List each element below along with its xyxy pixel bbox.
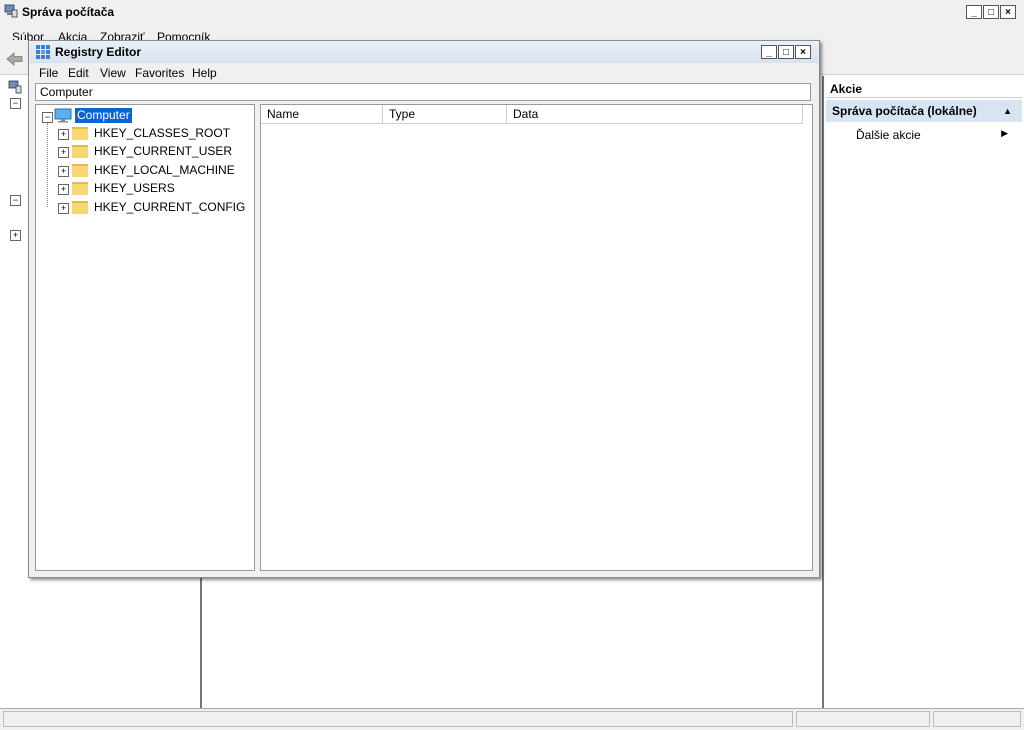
registry-maximize-button[interactable]: □: [778, 45, 794, 59]
folder-icon: [72, 201, 88, 214]
tree-item-label: HKEY_CLASSES_ROOT: [94, 126, 231, 140]
actions-group-header[interactable]: Správa počítača (lokálne) ▲: [826, 100, 1022, 122]
tree-item-label: HKEY_LOCAL_MACHINE: [94, 163, 235, 177]
registry-editor-icon: [36, 45, 50, 59]
outer-minimize-button[interactable]: _: [966, 5, 982, 19]
column-header-data[interactable]: Data: [507, 105, 803, 124]
collapse-up-icon[interactable]: ▲: [1003, 100, 1012, 122]
menu-help[interactable]: Help: [192, 66, 217, 80]
tree-item-label: HKEY_CURRENT_CONFIG: [94, 200, 246, 214]
outer-title-bar: Správa počítača _ □ ×: [0, 0, 1024, 27]
computer-management-icon: [4, 4, 18, 18]
column-header-type[interactable]: Type: [383, 105, 507, 124]
menu-view[interactable]: View: [100, 66, 126, 80]
tree-guide-line: [47, 123, 48, 207]
status-segment-3: [933, 711, 1021, 727]
tree-root-computer[interactable]: Computer: [75, 108, 132, 123]
address-bar[interactable]: Computer: [35, 83, 811, 101]
tree-expand-toggle-3[interactable]: +: [10, 230, 21, 241]
outer-menu-bar: Súbor Akcia Zobraziť Pomocník: [0, 26, 1024, 40]
registry-tree-pane: − Computer + HKEY_CLASSES_ROOT + HKEY_CU…: [35, 104, 255, 571]
column-header-name[interactable]: Name: [261, 105, 383, 124]
submenu-arrow-icon[interactable]: ▶: [1001, 128, 1008, 139]
folder-icon: [72, 182, 88, 195]
tree-item-label: HKEY_USERS: [94, 181, 175, 195]
actions-group-title: Správa počítača (lokálne): [832, 104, 977, 118]
menu-file[interactable]: File: [39, 66, 58, 80]
status-segment-1: [3, 711, 793, 727]
expand-toggle[interactable]: +: [58, 184, 69, 195]
status-segment-2: [796, 711, 930, 727]
menu-favorites[interactable]: Favorites: [135, 66, 184, 80]
more-actions-link[interactable]: Ďalšie akcie: [856, 128, 921, 142]
computer-management-node-icon: [8, 80, 22, 94]
computer-collapse-toggle[interactable]: −: [42, 112, 53, 123]
actions-header: Akcie: [826, 80, 1022, 98]
expand-toggle[interactable]: +: [58, 147, 69, 158]
menu-edit[interactable]: Edit: [68, 66, 89, 80]
computer-monitor-icon: [54, 108, 72, 123]
tree-item-label: HKEY_CURRENT_USER: [94, 144, 233, 158]
registry-window-title: Registry Editor: [55, 45, 142, 59]
registry-title-bar[interactable]: Registry Editor _ □ ×: [29, 41, 819, 63]
menu-pomocnik[interactable]: Pomocník: [157, 30, 210, 40]
menu-akcia[interactable]: Akcia: [58, 30, 87, 40]
actions-pane: Akcie Správa počítača (lokálne) ▲ Ďalšie…: [824, 76, 1024, 708]
expand-toggle[interactable]: +: [58, 166, 69, 177]
folder-icon: [72, 127, 88, 140]
registry-editor-window: Registry Editor _ □ × File Edit View Fav…: [28, 40, 820, 578]
tree-collapse-toggle-2[interactable]: −: [10, 195, 21, 206]
menu-subor[interactable]: Súbor: [12, 30, 44, 40]
registry-close-button[interactable]: ×: [795, 45, 811, 59]
folder-icon: [72, 164, 88, 177]
outer-window-title: Správa počítača: [22, 5, 115, 19]
status-bar: [0, 708, 1024, 730]
outer-maximize-button[interactable]: □: [983, 5, 999, 19]
expand-toggle[interactable]: +: [58, 129, 69, 140]
registry-values-pane: Name Type Data: [260, 104, 813, 571]
registry-minimize-button[interactable]: _: [761, 45, 777, 59]
menu-zobrazit[interactable]: Zobraziť: [100, 30, 145, 40]
back-arrow-icon[interactable]: [6, 52, 24, 66]
outer-close-button[interactable]: ×: [1000, 5, 1016, 19]
folder-icon: [72, 145, 88, 158]
tree-collapse-toggle-1[interactable]: −: [10, 98, 21, 109]
expand-toggle[interactable]: +: [58, 203, 69, 214]
registry-menu-bar: File Edit View Favorites Help: [29, 63, 819, 83]
